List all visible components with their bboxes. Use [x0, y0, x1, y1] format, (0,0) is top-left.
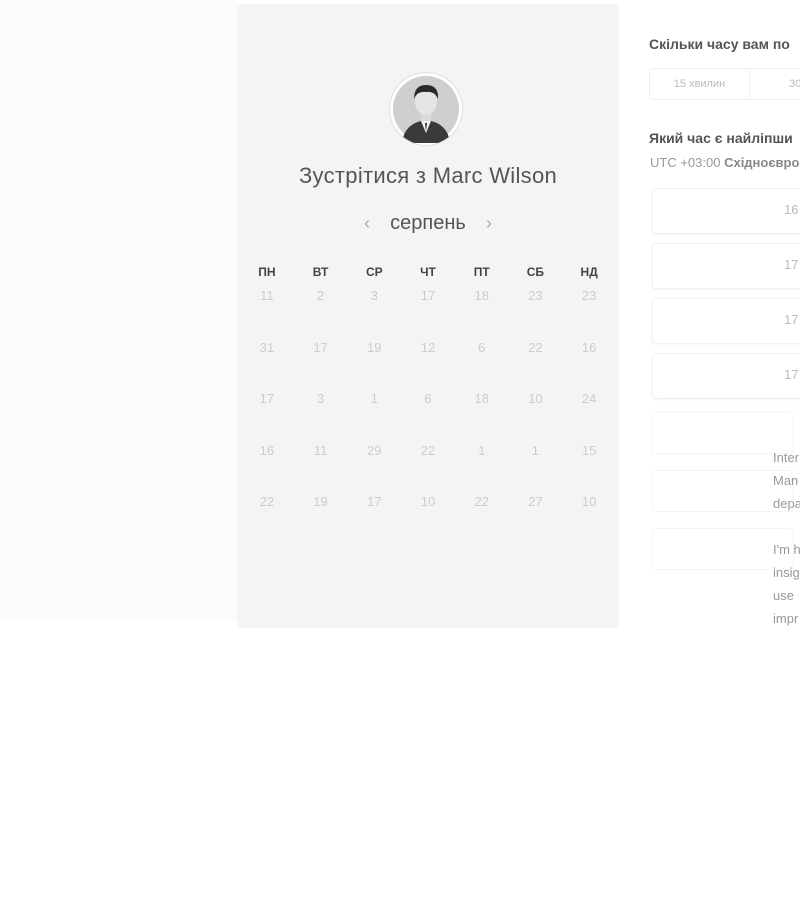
- weekday-sun: НД: [580, 265, 598, 279]
- calendar-day: 3: [316, 391, 325, 406]
- bio-line: insig: [773, 565, 800, 580]
- calendar-day: 19: [367, 339, 382, 355]
- calendar-day: 15: [581, 442, 597, 458]
- weekday-sat: СБ: [526, 265, 545, 279]
- time-slot-label: 16: [784, 202, 799, 217]
- calendar-day: 24: [581, 391, 597, 406]
- left-background: [0, 0, 238, 620]
- time-slot[interactable]: 16: [652, 188, 800, 234]
- bio-line: use: [773, 588, 794, 603]
- timezone-name: Східноєвро: [724, 155, 800, 170]
- calendar-day: 17: [420, 288, 436, 303]
- host-avatar: [390, 73, 462, 145]
- calendar-day: 10: [420, 494, 436, 509]
- bio-line: impr: [773, 611, 799, 626]
- calendar-panel: Зустрітися з Marc Wilson ‹ серпень › ПН …: [238, 5, 618, 628]
- duration-selector: 15 хвилин 30 х: [649, 68, 800, 100]
- bio-line: depa: [773, 496, 800, 511]
- booking-panel: Скільки часу вам по 15 хвилин 30 х Який …: [618, 0, 800, 630]
- calendar-day: 23: [581, 288, 597, 303]
- time-slot[interactable]: 17: [652, 353, 800, 399]
- calendar-day: 12: [420, 339, 436, 355]
- calendar-day: 19: [313, 494, 328, 509]
- calendar-day: 1: [478, 442, 486, 458]
- calendar-day: 3: [370, 288, 378, 303]
- duration-option-15[interactable]: 15 хвилин: [650, 69, 750, 99]
- calendar-day: 10: [581, 494, 597, 509]
- weekday-tue: ВТ: [312, 265, 329, 279]
- weekday-mon: ПН: [258, 265, 276, 279]
- calendar-day: 10: [528, 391, 543, 406]
- calendar-day: 27: [528, 494, 543, 509]
- weekday-header: ПН ВТ СР ЧТ ПТ СБ НД: [240, 265, 616, 279]
- weekday-thu: ЧТ: [420, 265, 436, 279]
- calendar-day: 22: [474, 494, 489, 509]
- divider: [664, 398, 800, 399]
- month-navigation: ‹ серпень ›: [238, 209, 618, 237]
- time-slot-label: 17: [784, 312, 799, 327]
- month-label: серпень: [390, 211, 466, 234]
- calendar-day: 11: [313, 442, 328, 458]
- calendar-day: 18: [474, 288, 489, 303]
- bio-line: I'm h: [773, 542, 800, 557]
- calendar-days-grid: 11 2 3 17 18 23 23 31 17 19 12 6 22 16 1…: [240, 288, 616, 546]
- bio-paragraph-2: I'm h insig use impr prod: [773, 538, 800, 630]
- bio-line: Inter: [773, 450, 800, 465]
- calendar-day: 2: [316, 288, 325, 303]
- calendar-day: 11: [260, 288, 274, 303]
- bio-line: Man: [773, 473, 799, 488]
- calendar-day: 31: [259, 339, 275, 355]
- calendar-day: 29: [367, 442, 382, 458]
- duration-question: Скільки часу вам по: [649, 36, 790, 52]
- calendar-day: 17: [313, 339, 328, 355]
- time-slot-label: 17: [784, 367, 799, 382]
- meet-title: Зустрітися з Marc Wilson: [298, 163, 558, 188]
- bio-paragraph-1: Inter Man depa: [773, 446, 800, 515]
- timezone-offset: UTC +03:00: [650, 155, 721, 170]
- calendar-day: 22: [420, 442, 436, 458]
- next-month-chevron-right-icon[interactable]: ›: [482, 213, 496, 234]
- calendar-day: 1: [370, 391, 378, 406]
- calendar-day: 22: [259, 494, 275, 509]
- calendar-day: 16: [581, 339, 597, 355]
- calendar-day: 22: [528, 339, 543, 355]
- calendar-day: 17: [367, 494, 382, 509]
- duration-option-30[interactable]: 30 х: [750, 69, 800, 99]
- weekday-wed: СР: [365, 265, 383, 279]
- time-slot[interactable]: 17: [652, 243, 800, 289]
- time-slot[interactable]: 17: [652, 298, 800, 344]
- calendar-day: 23: [528, 288, 543, 303]
- time-question: Який час є найліпши: [649, 130, 793, 146]
- calendar-day: 16: [259, 442, 275, 458]
- calendar-day: 1: [531, 442, 540, 458]
- calendar-day: 6: [424, 391, 432, 406]
- prev-month-chevron-left-icon[interactable]: ‹: [360, 213, 374, 234]
- avatar-image: [393, 76, 459, 143]
- timezone-label: UTC +03:00 Східноєвро: [650, 155, 799, 170]
- calendar-day: 17: [259, 391, 275, 406]
- calendar-day: 6: [478, 339, 486, 355]
- time-slot-label: 17: [784, 257, 799, 272]
- weekday-fri: ПТ: [473, 265, 490, 279]
- calendar-day: 18: [474, 391, 489, 406]
